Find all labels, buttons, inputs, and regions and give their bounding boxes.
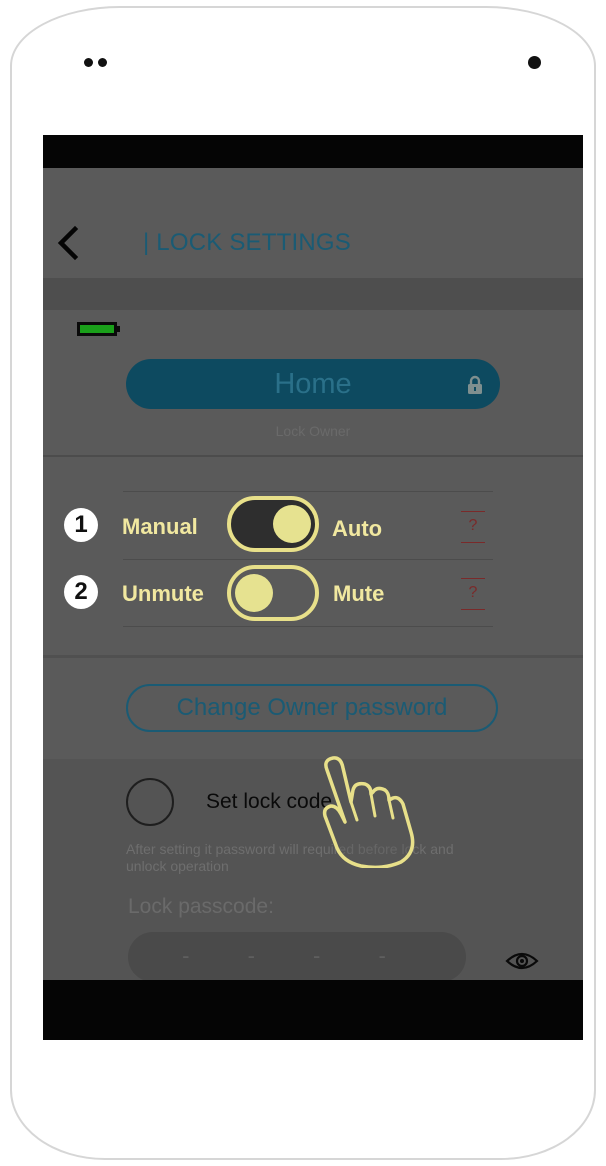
set-lock-code-radio[interactable]: [126, 778, 174, 826]
status-bar: [43, 135, 583, 168]
row-divider: [123, 559, 493, 560]
lock-owner-label: Lock Owner: [275, 423, 351, 439]
unmute-mute-toggle[interactable]: [227, 565, 319, 621]
passcode-label: Lock passcode:: [128, 895, 274, 918]
row-divider: [123, 491, 493, 492]
speaker-dot: [84, 58, 93, 67]
manual-auto-toggle[interactable]: [227, 496, 319, 552]
row-divider: [123, 626, 493, 627]
toggle-knob: [235, 574, 273, 612]
help-icon[interactable]: ?: [461, 578, 485, 610]
page-title: | LOCK SETTINGS: [143, 229, 351, 256]
toggle-knob: [273, 505, 311, 543]
camera-dot: [528, 56, 541, 69]
battery-icon: [77, 322, 120, 336]
chevron-left-icon[interactable]: [53, 223, 83, 263]
app-screen: | LOCK SETTINGS Home Lock Owner 1 Manual…: [43, 135, 583, 1040]
manual-label: Manual: [122, 514, 198, 539]
header-divider-strip: [43, 278, 583, 310]
lock-icon: [468, 375, 482, 394]
auto-label: Auto: [332, 516, 383, 541]
speaker-dot: [98, 58, 107, 67]
step-badge-1: 1: [64, 508, 98, 542]
mute-label: Mute: [333, 581, 385, 606]
passcode-input[interactable]: - - - -: [128, 932, 466, 982]
step-badge-2: 2: [64, 575, 98, 609]
eye-icon[interactable]: [505, 950, 539, 972]
section-divider: [43, 655, 583, 658]
navigation-bar: [43, 980, 583, 1040]
section-divider: [43, 455, 583, 457]
change-owner-password-button[interactable]: Change Owner password: [126, 684, 498, 732]
lock-name-field[interactable]: Home: [126, 359, 500, 409]
header-bar: [43, 168, 583, 278]
tap-hand-icon: [322, 756, 415, 868]
help-icon[interactable]: ?: [461, 511, 485, 543]
unmute-label: Unmute: [122, 581, 204, 606]
